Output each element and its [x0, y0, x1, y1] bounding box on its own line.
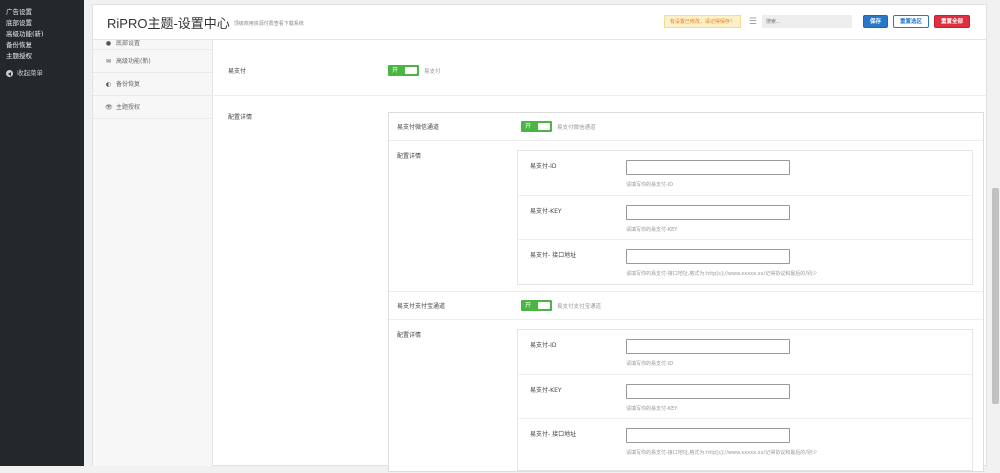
envelope-icon: ✉: [105, 57, 112, 65]
reset-all-button[interactable]: 重置全部: [933, 15, 970, 28]
field-label: 易支付- 接口地址: [530, 252, 577, 259]
settings-nav: ● 底部设置 ✉ 高级功能(新) ◐ 备份恢复 👁 主题授权: [93, 40, 213, 466]
wechat-id-input[interactable]: [626, 160, 790, 175]
wechat-toggle[interactable]: 开 易支付微信通道: [521, 121, 596, 132]
wechat-config-label: 配置详情: [397, 153, 422, 160]
toggle-knob: [405, 67, 417, 74]
wechat-switch[interactable]: 开: [521, 121, 552, 132]
alipay-channel-row: 易支付支付宝通道 开 易支付支付宝通道: [389, 292, 983, 320]
field-label: 易支付-ID: [530, 163, 557, 170]
search-input[interactable]: [761, 15, 852, 28]
settings-content: 易支付 开 易支付 配置详情 易支付微信通道 开 易支付微信通道 配置详情 易支…: [214, 40, 986, 472]
wechat-fields: 易支付-ID 请填写你的易支付-ID 易支付-KEY 请填写你的易支付-KEY …: [517, 150, 973, 285]
wechat-toggle-desc: 易支付微信通道: [557, 124, 596, 131]
field-label: 易支付-KEY: [530, 387, 562, 394]
page-subtitle: 顶级商用资源付费查看下载系统: [233, 21, 304, 27]
wechat-channel-row: 易支付微信通道 开 易支付微信通道: [389, 113, 983, 141]
alipay-config-label: 配置详情: [397, 332, 422, 339]
eye-icon: 👁: [105, 103, 113, 111]
alipay-channel-label: 易支付支付宝通道: [397, 303, 446, 310]
field-label: 易支付-ID: [530, 342, 557, 349]
wp-admin-sidebar: 广告设置 底部设置 高级功能(新) 备份恢复 主题授权 收起菜单: [0, 0, 84, 466]
wechat-url-input[interactable]: [626, 249, 790, 264]
nav-item-advanced[interactable]: ✉ 高级功能(新): [93, 50, 212, 73]
wp-menu-item-advanced[interactable]: 高级功能(新): [0, 29, 84, 40]
toggle-knob: [538, 123, 550, 130]
channel-config-box: 易支付微信通道 开 易支付微信通道 配置详情 易支付-ID 请填写你的易支付-I…: [388, 112, 984, 472]
toggle-on-text: 开: [525, 302, 532, 309]
nav-item-label: 主题授权: [116, 103, 141, 111]
page-title: RiPRO主题-设置中心: [107, 15, 230, 31]
collapse-menu-button[interactable]: 收起菜单: [0, 68, 84, 79]
epay-switch[interactable]: 开: [388, 65, 419, 76]
wechat-key-input[interactable]: [626, 205, 790, 220]
alipay-config-row: 配置详情 易支付-ID 请填写你的易支付-ID 易支付-KEY 请填写你的易支付…: [389, 320, 983, 473]
circle-icon: ●: [105, 40, 112, 47]
alipay-fields: 易支付-ID 请填写你的易支付-ID 易支付-KEY 请填写你的易支付-KEY …: [517, 329, 973, 471]
alipay-url-row: 易支付- 接口地址 请填写你的易支付-接口地址,格式为:http[s]://ww…: [518, 419, 972, 472]
wechat-id-row: 易支付-ID 请填写你的易支付-ID: [518, 151, 972, 196]
contrast-icon: ◐: [105, 80, 112, 88]
nav-item-license[interactable]: 👁 主题授权: [93, 96, 212, 119]
alipay-switch[interactable]: 开: [521, 300, 552, 311]
wp-menu-item-license[interactable]: 主题授权: [0, 51, 84, 62]
scrollbar-thumb[interactable]: [992, 188, 999, 404]
wechat-key-row: 易支付-KEY 请填写你的易支付-KEY: [518, 196, 972, 240]
wp-menu-item-ads[interactable]: 广告设置: [0, 7, 84, 18]
epay-toggle[interactable]: 开 易支付: [388, 65, 441, 76]
field-hint: 请填写你的易支付-接口地址,格式为:http[s]://www.xxxxx.xx…: [626, 450, 817, 456]
epay-label: 易支付: [228, 68, 247, 75]
wechat-url-row: 易支付- 接口地址 请填写你的易支付-接口地址,格式为:http[s]://ww…: [518, 240, 972, 286]
alipay-key-input[interactable]: [626, 384, 790, 399]
menu-icon[interactable]: ☰: [749, 17, 757, 27]
settings-panel: RiPRO主题-设置中心 顶级商用资源付费查看下载系统 有设置已修改，请记得保存…: [92, 4, 987, 472]
epay-row: 易支付 开 易支付: [214, 56, 986, 96]
wechat-channel-label: 易支付微信通道: [397, 124, 440, 131]
field-hint: 请填写你的易支付-KEY: [626, 406, 678, 412]
config-label: 配置详情: [228, 114, 253, 121]
field-hint: 请填写你的易支付-KEY: [626, 227, 678, 233]
alipay-id-input[interactable]: [626, 339, 790, 354]
field-label: 易支付- 接口地址: [530, 431, 577, 438]
field-hint: 请填写你的易支付-ID: [626, 182, 674, 188]
epay-toggle-desc: 易支付: [424, 68, 441, 75]
wechat-config-row: 配置详情 易支付-ID 请填写你的易支付-ID 易支付-KEY 请填写你的易支付…: [389, 141, 983, 292]
nav-item-backup[interactable]: ◐ 备份恢复: [93, 73, 212, 96]
alipay-toggle-desc: 易支付支付宝通道: [557, 303, 602, 310]
collapse-arrow-icon: [6, 70, 13, 77]
nav-item-label: 底部设置: [116, 40, 141, 47]
save-button[interactable]: 保存: [862, 15, 888, 28]
settings-header: RiPRO主题-设置中心 顶级商用资源付费查看下载系统 有设置已修改，请记得保存…: [93, 5, 986, 40]
field-label: 易支付-KEY: [530, 208, 562, 215]
nav-item-label: 高级功能(新): [116, 57, 151, 65]
header-actions: 有设置已修改，请记得保存！ ☰ 保存 重置选区 重置全部: [663, 15, 970, 28]
alipay-toggle[interactable]: 开 易支付支付宝通道: [521, 300, 601, 311]
reset-section-button[interactable]: 重置选区: [892, 15, 929, 28]
nav-item-label: 备份恢复: [116, 80, 141, 88]
field-hint: 请填写你的易支付-接口地址,格式为:http[s]://www.xxxxx.xx…: [626, 271, 817, 277]
field-hint: 请填写你的易支付-ID: [626, 361, 674, 367]
unsaved-notice: 有设置已修改，请记得保存！: [663, 15, 741, 28]
alipay-url-input[interactable]: [626, 428, 790, 443]
page-scrollbar[interactable]: [991, 0, 1000, 466]
toggle-on-text: 开: [392, 67, 399, 74]
collapse-menu-label: 收起菜单: [17, 69, 43, 77]
toggle-knob: [538, 302, 550, 309]
wp-menu-item-footer[interactable]: 底部设置: [0, 18, 84, 29]
nav-item-footer[interactable]: ● 底部设置: [93, 40, 212, 50]
toggle-on-text: 开: [525, 123, 532, 130]
alipay-id-row: 易支付-ID 请填写你的易支付-ID: [518, 330, 972, 375]
alipay-key-row: 易支付-KEY 请填写你的易支付-KEY: [518, 375, 972, 419]
wp-menu-item-backup[interactable]: 备份恢复: [0, 40, 84, 51]
